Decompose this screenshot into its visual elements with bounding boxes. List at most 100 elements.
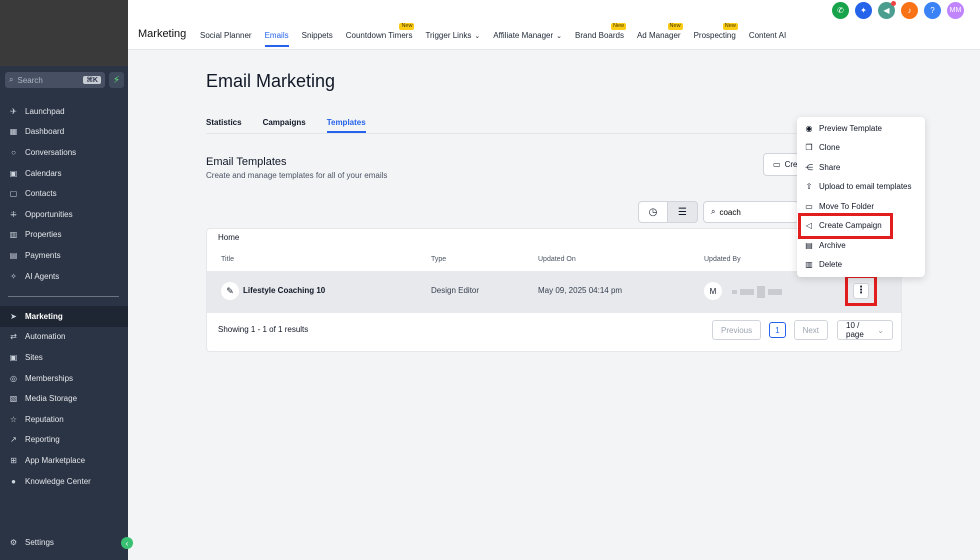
sidebar-item-automation[interactable]: ⇄ Automation [0,327,128,348]
building-icon: ▥ [9,230,18,240]
nav-brand-boards[interactable]: Brand Boards New [575,23,626,40]
sidebar-item-sites[interactable]: ▣ Sites [0,347,128,368]
sidebar-settings: ⚙ Settings [0,532,128,553]
pagination: Previous 1 Next 10 / page ⌄ [712,320,901,340]
more-options-icon[interactable]: ⋮ [853,282,869,299]
sidebar-item-contacts[interactable]: ▢ Contacts [0,183,128,204]
app-title: Marketing [138,28,187,40]
create-campaign-highlight [798,213,893,239]
grid-icon: ▦ [9,127,18,137]
ai-spark-icon[interactable]: ⚡ [109,72,124,88]
apps-icon: ⊞ [10,455,17,465]
send-icon: ➤ [10,311,17,321]
page-title: Email Marketing [206,71,336,91]
chevron-down-icon: ⌄ [556,33,563,40]
copy-icon: ❐ [805,143,813,152]
eye-icon: ◉ [805,124,813,133]
pencil-icon: ✎ [221,282,239,300]
menu-upload[interactable]: ⇧ Upload to email templates [804,182,912,191]
template-updated-on: May 09, 2025 04:14 pm [538,286,623,295]
nav-snippets[interactable]: Snippets [302,31,333,40]
search-icon: ⌕ [711,207,716,216]
page-number-button[interactable]: 1 [769,322,786,338]
upload-icon: ⇧ [805,182,813,191]
menu-share[interactable]: ⋲ Share [804,163,840,172]
phone-icon[interactable]: ✆ [832,2,849,19]
network-icon: ⁜ [10,209,17,219]
sidebar-item-ai-agents[interactable]: ✧ AI Agents [0,266,128,287]
nav-affiliate-manager[interactable]: Affiliate Manager ⌄ [493,31,562,40]
menu-preview-template[interactable]: ◉ Preview Template [804,124,883,133]
calendar-icon: ▣ [9,168,18,178]
chevron-down-icon: ⌄ [877,325,884,335]
tab-templates[interactable]: Templates [326,118,366,133]
sidebar-item-payments[interactable]: ▤ Payments [0,245,128,266]
wallet-icon: ▤ [9,250,18,260]
template-type: Design Editor [431,286,480,295]
menu-move-to-folder[interactable]: ▭ Move To Folder [804,202,874,211]
sidebar-item-marketing[interactable]: ➤ Marketing [0,306,128,327]
tabs: Statistics Campaigns Templates [206,118,387,133]
page-size-select[interactable]: 10 / page ⌄ [837,320,893,340]
template-search-input[interactable] [719,207,780,217]
nav-social-planner[interactable]: Social Planner [200,31,252,40]
new-badge: New [610,23,626,30]
nav-ad-manager[interactable]: Ad Manager New [637,23,683,40]
nav-emails[interactable]: Emails [264,31,289,47]
menu-archive[interactable]: ▤ Archive [804,241,845,250]
new-badge: New [722,23,738,30]
table-row[interactable]: ✎ Lifestyle Coaching 10 Design Editor Ma… [207,271,901,313]
list-icon[interactable]: ☰ [668,201,698,223]
search-icon: ⌕ [9,75,14,84]
template-search[interactable]: ⌕ [703,201,799,223]
sidebar-item-dashboard[interactable]: ▦ Dashboard [0,122,128,143]
folder-icon: ▭ [805,202,813,211]
sidebar-item-reputation[interactable]: ☆ Reputation [0,409,128,430]
breadcrumb[interactable]: Home [218,233,239,242]
tab-campaigns[interactable]: Campaigns [263,118,306,127]
column-title: Title [221,256,234,263]
sites-icon: ▣ [9,352,18,362]
nav-prospecting[interactable]: Prospecting New [694,23,738,40]
menu-delete[interactable]: ▥ Delete [804,260,842,269]
sidebar-logo-area [0,0,128,66]
bell-icon[interactable]: ♪ [901,2,918,19]
sidebar-item-memberships[interactable]: ◎ Memberships [0,368,128,389]
nav-content-ai[interactable]: Content AI [749,31,786,40]
sidebar-item-calendars[interactable]: ▣ Calendars [0,163,128,184]
help-icon[interactable]: ? [924,2,941,19]
sidebar-item-properties[interactable]: ▥ Properties [0,225,128,246]
sidebar-divider [8,296,119,297]
sidebar-item-launchpad[interactable]: ✈ Launchpad [0,101,128,122]
template-title[interactable]: Lifestyle Coaching 10 [243,286,325,295]
clock-icon[interactable]: ◷ [638,201,668,223]
sidebar-item-conversations[interactable]: ○ Conversations [0,142,128,163]
membership-icon: ◎ [10,373,17,383]
top-bar: Marketing Social Planner Emails Snippets… [128,0,980,50]
nav-countdown-timers[interactable]: Countdown Timers New [346,23,415,40]
media-icon: ▧ [9,394,18,404]
folder-icon: ▭ [773,160,781,169]
sidebar-item-app-marketplace[interactable]: ⊞ App Marketplace [0,450,128,471]
sidebar-item-opportunities[interactable]: ⁜ Opportunities [0,204,128,225]
sidebar-item-knowledge-center[interactable]: ● Knowledge Center [0,471,128,492]
announcement-icon[interactable]: ◀ [878,1,896,19]
sidebar-item-reporting[interactable]: ↗ Reporting [0,430,128,451]
megaphone-icon[interactable]: ✦ [855,2,872,19]
previous-button[interactable]: Previous [712,320,762,340]
sidebar-item-media-storage[interactable]: ▧ Media Storage [0,388,128,409]
sidebar-search[interactable]: ⌕ Search ⌘K [5,72,105,88]
chevron-down-icon: ⌄ [474,33,481,40]
contact-icon: ▢ [9,189,18,199]
menu-clone[interactable]: ❐ Clone [804,143,840,152]
search-placeholder: Search [17,75,43,85]
kebab-highlight: ⋮ [845,275,877,306]
trend-icon: ↗ [10,435,17,445]
nav-trigger-links[interactable]: Trigger Links ⌄ [425,31,480,40]
user-avatar[interactable]: MM [947,2,964,19]
sidebar-item-settings[interactable]: ⚙ Settings [0,532,128,553]
tab-statistics[interactable]: Statistics [206,118,242,127]
collapse-sidebar-icon[interactable]: ‹ [121,537,133,549]
next-button[interactable]: Next [793,320,829,340]
template-actions-menu: ◉ Preview Template ❐ Clone ⋲ Share ⇧ Upload … [797,117,925,277]
